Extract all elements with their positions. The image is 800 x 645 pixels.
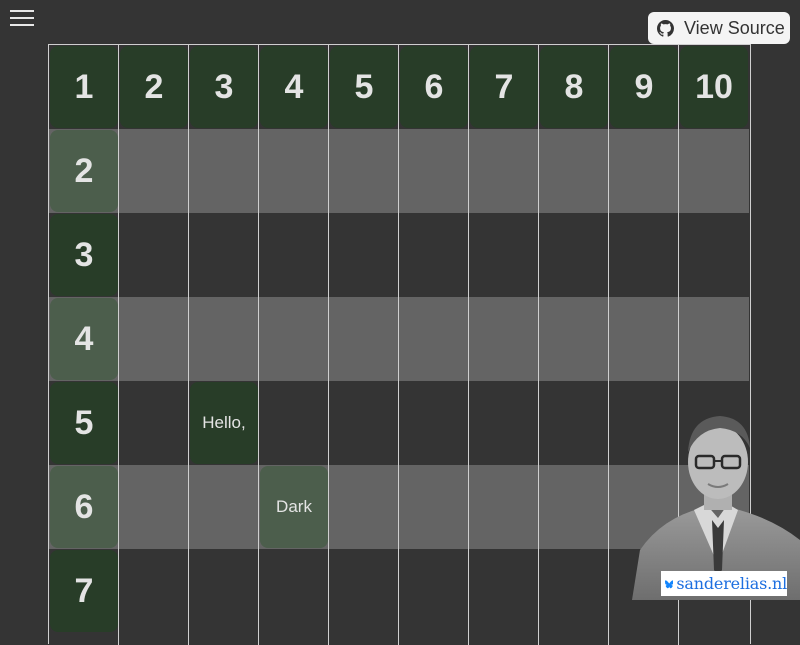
grid-column-divider — [328, 45, 329, 645]
menu-bar — [10, 10, 34, 12]
grid-column-divider — [258, 45, 259, 645]
grid-column-divider — [608, 45, 609, 645]
menu-bar — [10, 24, 34, 26]
grid-row — [49, 129, 749, 213]
column-header: 4 — [260, 46, 328, 128]
column-header: 9 — [610, 46, 678, 128]
github-icon — [657, 19, 674, 37]
row-header: 2 — [50, 130, 118, 212]
row-header: 5 — [50, 382, 118, 464]
row-header: 4 — [50, 298, 118, 380]
website-link[interactable]: sanderelias.nl — [676, 574, 787, 593]
grid-column-divider — [468, 45, 469, 645]
row-header: 7 — [50, 550, 118, 632]
view-source-button[interactable]: View Source — [648, 12, 790, 44]
column-header: 2 — [120, 46, 188, 128]
grid-column-divider — [118, 45, 119, 645]
column-header: 8 — [540, 46, 608, 128]
view-source-label: View Source — [684, 17, 785, 38]
column-header: 5 — [330, 46, 398, 128]
grid-column-divider — [188, 45, 189, 645]
row-header: 6 — [50, 466, 118, 548]
butterfly-icon — [665, 579, 674, 588]
grid-row — [49, 213, 749, 297]
row-header: 3 — [50, 214, 118, 296]
grid-column-divider — [538, 45, 539, 645]
column-header: 3 — [190, 46, 258, 128]
hamburger-menu-icon[interactable] — [10, 10, 34, 28]
grid-row — [49, 297, 749, 381]
column-header: 1 — [50, 46, 118, 128]
grid-column-divider — [398, 45, 399, 645]
message-cell: Hello, — [190, 382, 258, 464]
website-badge[interactable]: sanderelias.nl — [661, 571, 787, 596]
column-header: 10 — [680, 46, 748, 128]
author-portrait — [632, 416, 800, 600]
column-header: 7 — [470, 46, 538, 128]
menu-bar — [10, 17, 34, 19]
column-header: 6 — [400, 46, 468, 128]
message-cell: Dark — [260, 466, 328, 548]
